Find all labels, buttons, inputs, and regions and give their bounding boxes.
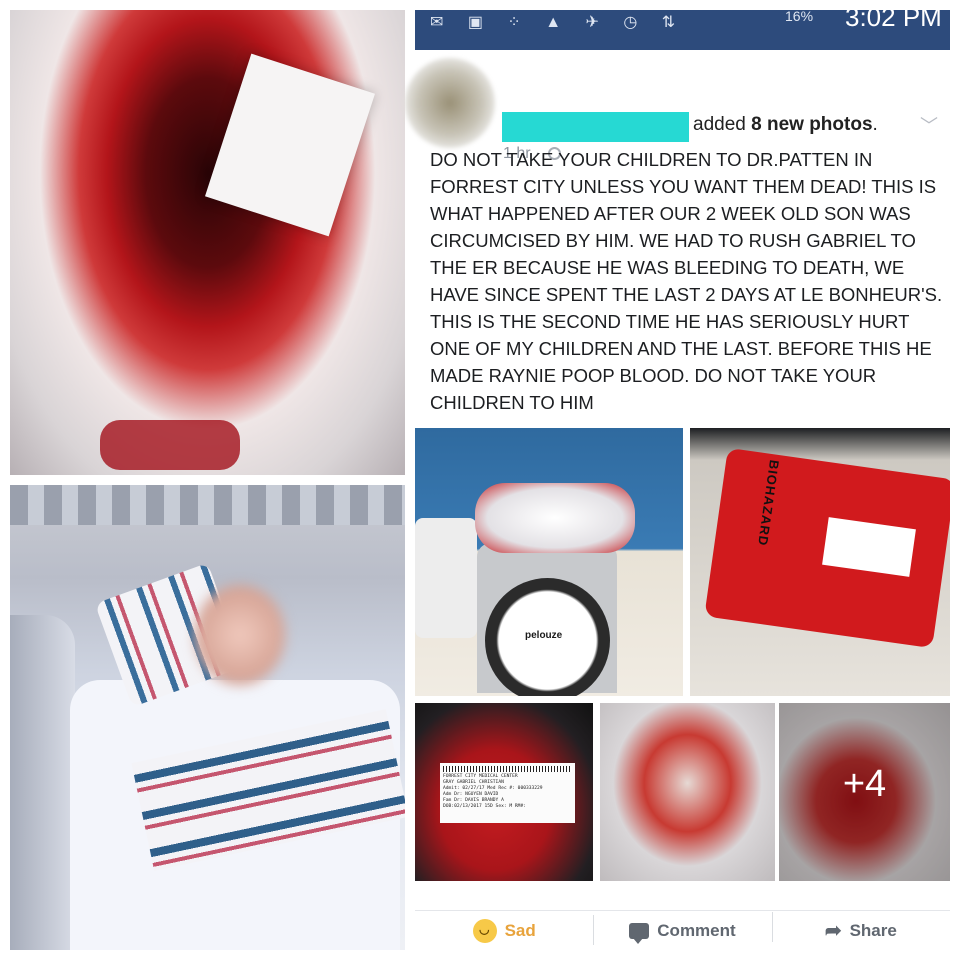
comment-icon: [629, 922, 650, 944]
scale-photo[interactable]: pelouze: [415, 428, 683, 696]
bag-on-scale: [475, 483, 635, 553]
facebook-post-screenshot: ✉ ▣ ⁘ ▲ ✈ ◷ ⇅ 16% 3:02 PM added 8 new ph…: [405, 2, 950, 950]
hospital-label: FORREST CITY MEDICAL CENTER GRAY GABRIEL…: [440, 763, 575, 823]
phone-status-bar: ✉ ▣ ⁘ ▲ ✈ ◷ ⇅ 16% 3:02 PM: [415, 2, 950, 50]
battery-level: 16%: [785, 8, 814, 24]
sad-face-icon: [472, 918, 497, 943]
more-photos-count: +4: [842, 763, 887, 805]
bed-frame: [10, 615, 75, 950]
blurred-baby-face: [195, 585, 285, 685]
comment-label: Comment: [657, 920, 736, 940]
share-button[interactable]: ➦ Share: [771, 912, 950, 943]
wristband-label-photo[interactable]: FORREST CITY MEDICAL CENTER GRAY GABRIEL…: [415, 703, 593, 881]
biohazard-bag-photo[interactable]: BIOHAZARD: [690, 428, 950, 696]
bloody-diaper-photo: [10, 10, 405, 475]
bloody-gauze-photo[interactable]: [600, 703, 775, 881]
photo-collage: ✉ ▣ ⁘ ▲ ✈ ◷ ⇅ 16% 3:02 PM added 8 new ph…: [0, 0, 960, 960]
photo-count-link[interactable]: 8 new photos: [751, 114, 872, 135]
share-label: Share: [849, 920, 897, 940]
post-header: added 8 new photos. ﹀ 1 hr ·: [405, 50, 950, 162]
post-action-text: added 8 new photos.: [693, 114, 878, 135]
avatar[interactable]: [405, 58, 495, 148]
redacted-username[interactable]: [502, 112, 689, 142]
scale-brand: pelouze: [525, 630, 563, 641]
more-photos-tile[interactable]: +4: [779, 703, 950, 881]
sad-reaction-button[interactable]: Sad: [415, 918, 593, 943]
baby-in-bed-photo: [10, 485, 405, 950]
clock: 3:02 PM: [845, 2, 942, 32]
post-text: DO NOT TAKE YOUR CHILDREN TO DR.PATTEN I…: [430, 149, 943, 413]
chevron-down-icon[interactable]: ﹀: [920, 112, 938, 138]
status-icons: ✉ ▣ ⁘ ▲ ✈ ◷ ⇅: [430, 14, 686, 31]
container: [415, 518, 477, 638]
barcode: [443, 766, 572, 772]
share-icon: ➦: [824, 920, 842, 942]
comment-button[interactable]: Comment: [593, 914, 771, 945]
post-actions-bar: Sad Comment ➦ Share: [415, 910, 950, 950]
bed-rail: [10, 485, 405, 525]
sad-label: Sad: [504, 920, 536, 940]
